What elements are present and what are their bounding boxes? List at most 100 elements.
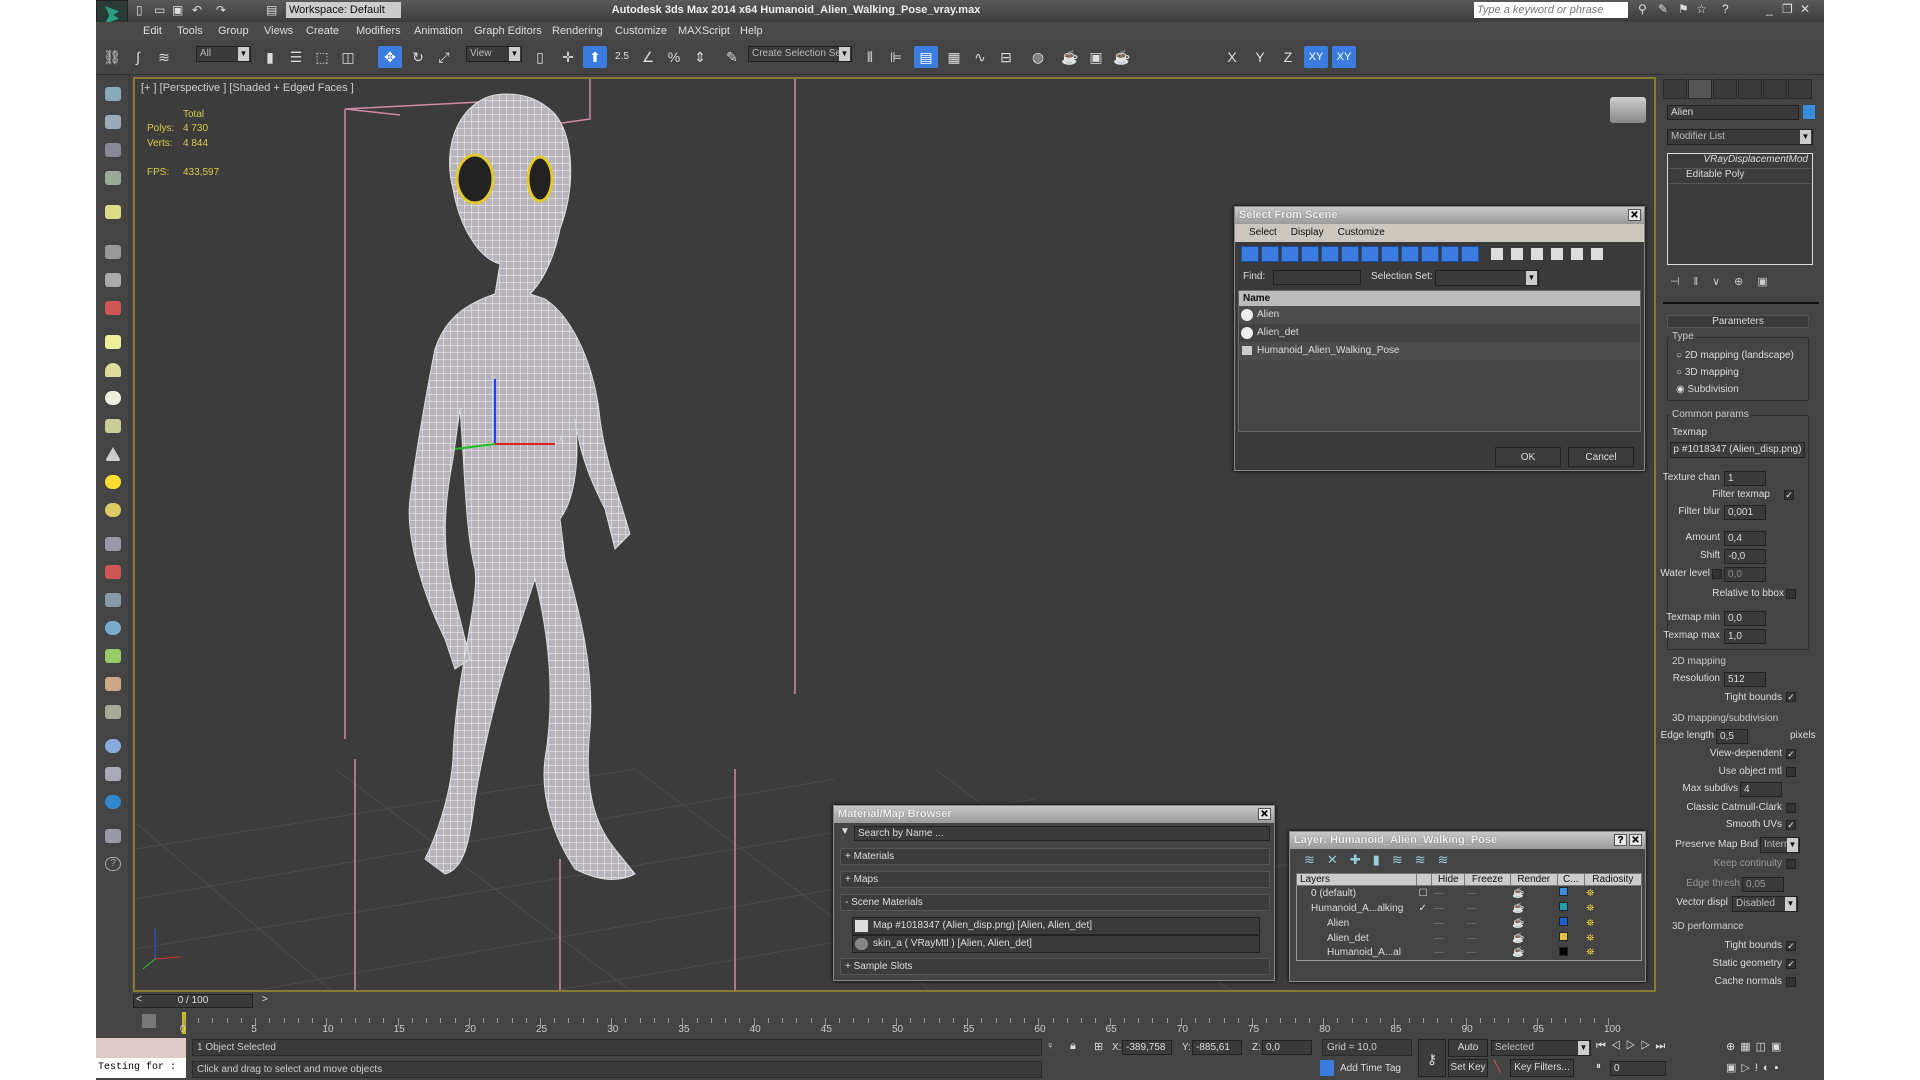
filter-icon[interactable] xyxy=(1551,248,1563,260)
modifier-vraydisplacement[interactable]: VRayDisplacementMod xyxy=(1668,154,1812,169)
options-menu-icon[interactable]: ▼ xyxy=(840,826,850,837)
menu-modifiers[interactable]: Modifiers xyxy=(356,25,401,37)
filter-spacewarps-icon[interactable] xyxy=(1341,246,1359,262)
hair-icon[interactable] xyxy=(105,705,121,719)
menu-tools[interactable]: Tools xyxy=(177,25,203,37)
axis-x-button[interactable]: X xyxy=(1220,46,1244,68)
layer-row[interactable]: 0 (default) ☐ — — ☕ ⛯ xyxy=(1297,886,1642,901)
render-production-icon[interactable]: ☕ xyxy=(1110,46,1134,68)
help-button[interactable]: ? xyxy=(1614,834,1627,846)
radiosity-icon[interactable]: ⛯ xyxy=(1584,901,1641,916)
select-move-icon[interactable]: ✥ xyxy=(378,46,402,68)
menu-help[interactable]: Help xyxy=(740,25,763,37)
close-icon[interactable]: ✕ xyxy=(1628,209,1641,221)
select-all-icon[interactable] xyxy=(1491,248,1503,260)
rect-selection-icon[interactable]: ⬚ xyxy=(310,46,334,68)
cancel-button[interactable]: Cancel xyxy=(1568,447,1634,467)
col-layers[interactable]: Layers xyxy=(1296,873,1417,886)
menu-maxscript[interactable]: MAXScript xyxy=(678,25,730,37)
freeze-toggle[interactable]: — xyxy=(1465,931,1510,946)
radio-subdivision[interactable]: ◉ Subdivision xyxy=(1676,384,1739,395)
scene-materials-section[interactable]: - Scene Materials xyxy=(840,894,1270,911)
close-icon[interactable]: ✕ xyxy=(1629,834,1642,846)
render-teapot-icon[interactable]: ☕ xyxy=(1510,916,1557,931)
menu-customize[interactable]: Customize xyxy=(615,25,667,37)
freeze-toggle[interactable]: — xyxy=(1465,946,1510,961)
motion-tab-icon[interactable] xyxy=(1738,79,1762,99)
torus-icon[interactable] xyxy=(105,419,121,433)
select-scale-icon[interactable]: ⤢ xyxy=(432,46,456,68)
material-item[interactable]: Map #1018347 (Alien_disp.png) [Alien, Al… xyxy=(852,917,1260,935)
axis-y-button[interactable]: Y xyxy=(1248,46,1272,68)
render-teapot-icon[interactable]: ☕ xyxy=(1510,901,1557,916)
selection-set-dropdown[interactable] xyxy=(1435,270,1539,286)
modifier-list-dropdown[interactable]: Modifier List xyxy=(1667,129,1813,145)
help-circle-icon[interactable]: ? xyxy=(105,857,121,871)
add-time-tag[interactable]: Add Time Tag xyxy=(1340,1063,1401,1074)
invert-icon[interactable] xyxy=(1531,248,1543,260)
maps-section[interactable]: + Maps xyxy=(840,871,1270,888)
sphere-gold-icon[interactable] xyxy=(105,503,121,517)
hide-toggle[interactable]: — xyxy=(1432,886,1465,901)
link-icon[interactable]: ⛓ xyxy=(100,46,124,68)
current-layer-mark[interactable]: ☐ xyxy=(1417,886,1432,901)
ok-button[interactable]: OK xyxy=(1495,447,1561,467)
sphere-icon[interactable] xyxy=(105,391,121,405)
viewport-label-menu[interactable]: [+ ] [Perspective ] [Shaded + Edged Face… xyxy=(141,82,354,94)
render-teapot-icon[interactable]: ☕ xyxy=(1510,946,1557,961)
list-item[interactable]: Alien xyxy=(1239,306,1640,324)
scene-icon[interactable] xyxy=(105,767,121,781)
material-editor-icon[interactable]: ◍ xyxy=(1026,46,1050,68)
light-icon[interactable] xyxy=(105,205,121,219)
parameters-rollout-header[interactable]: Parameters xyxy=(1667,315,1809,328)
bind-space-warp-icon[interactable]: ≋ xyxy=(152,46,176,68)
col-render[interactable]: Render xyxy=(1509,873,1558,886)
named-selection-sets-dropdown[interactable]: Create Selection Se xyxy=(748,46,852,62)
current-layer-mark[interactable] xyxy=(1417,916,1432,931)
edit-named-sets-icon[interactable]: ✎ xyxy=(720,46,744,68)
help-search-input[interactable]: Type a keyword or phrase xyxy=(1474,2,1628,18)
current-layer-mark[interactable] xyxy=(1417,946,1432,961)
selection-filter-dropdown[interactable]: All xyxy=(196,46,251,62)
snaps-toggle-icon[interactable]: 2.5 xyxy=(610,46,634,68)
menu-group[interactable]: Group xyxy=(218,25,249,37)
curve-editor-icon[interactable]: ∿ xyxy=(968,46,992,68)
set-key-mode-icon[interactable]: ⚷ xyxy=(1418,1039,1446,1077)
keyboard-shortcut-override-icon[interactable]: ⬆ xyxy=(583,46,607,68)
hierarchy-tab-icon[interactable] xyxy=(1713,79,1737,99)
render-teapot-icon[interactable]: ☕ xyxy=(1510,886,1557,901)
sun-icon[interactable] xyxy=(105,475,121,489)
material-item[interactable]: skin_a ( VRayMtl ) [Alien, Alien_det] xyxy=(852,935,1260,953)
create-tab-icon[interactable] xyxy=(1663,79,1687,99)
help-icon[interactable]: ? xyxy=(1722,2,1736,16)
close-button[interactable]: ✕ xyxy=(1800,2,1814,16)
menu-create[interactable]: Create xyxy=(306,25,339,37)
render-teapot-icon[interactable]: ☕ xyxy=(1510,931,1557,946)
auto-key-button[interactable]: Auto Key xyxy=(1448,1039,1488,1069)
filter-options-icon[interactable] xyxy=(1571,248,1583,260)
menu-views[interactable]: Views xyxy=(264,25,293,37)
select-rotate-icon[interactable]: ↻ xyxy=(406,46,430,68)
texmap-button[interactable]: p #1018347 (Alien_disp.png) xyxy=(1670,442,1805,458)
axis-xy-button[interactable]: XY xyxy=(1304,46,1328,68)
utilities-tab-icon[interactable] xyxy=(1788,79,1812,99)
viewport-icon[interactable] xyxy=(105,115,121,129)
angle-snap-icon[interactable]: ∠ xyxy=(636,46,660,68)
select-by-name-icon[interactable]: ☰ xyxy=(284,46,308,68)
freeze-toggle[interactable]: — xyxy=(1465,916,1510,931)
modifier-editable-poly[interactable]: Editable Poly xyxy=(1668,169,1812,184)
isolate-icon[interactable]: ♀ xyxy=(1046,1040,1054,1052)
maxscript-listener-pink[interactable] xyxy=(96,1038,186,1058)
binoculars-icon[interactable]: ⚲ xyxy=(1638,2,1652,16)
layer-row[interactable]: Alien — — ☕ ⛯ xyxy=(1297,916,1642,931)
mirror-icon[interactable]: ⫴ xyxy=(858,46,882,68)
col-radiosity[interactable]: Radiosity xyxy=(1583,873,1643,886)
col-color[interactable]: C... xyxy=(1556,873,1585,886)
plane-icon[interactable] xyxy=(105,335,121,349)
current-layer-mark[interactable] xyxy=(1417,931,1432,946)
material-sphere-icon[interactable] xyxy=(105,739,121,753)
filter-bones-icon[interactable] xyxy=(1401,246,1419,262)
z-coord-field[interactable]: 0,0 xyxy=(1262,1040,1312,1055)
key-filters-button[interactable]: Key Filters... xyxy=(1510,1059,1574,1077)
exchange-icon[interactable]: ⚑ xyxy=(1678,2,1692,16)
